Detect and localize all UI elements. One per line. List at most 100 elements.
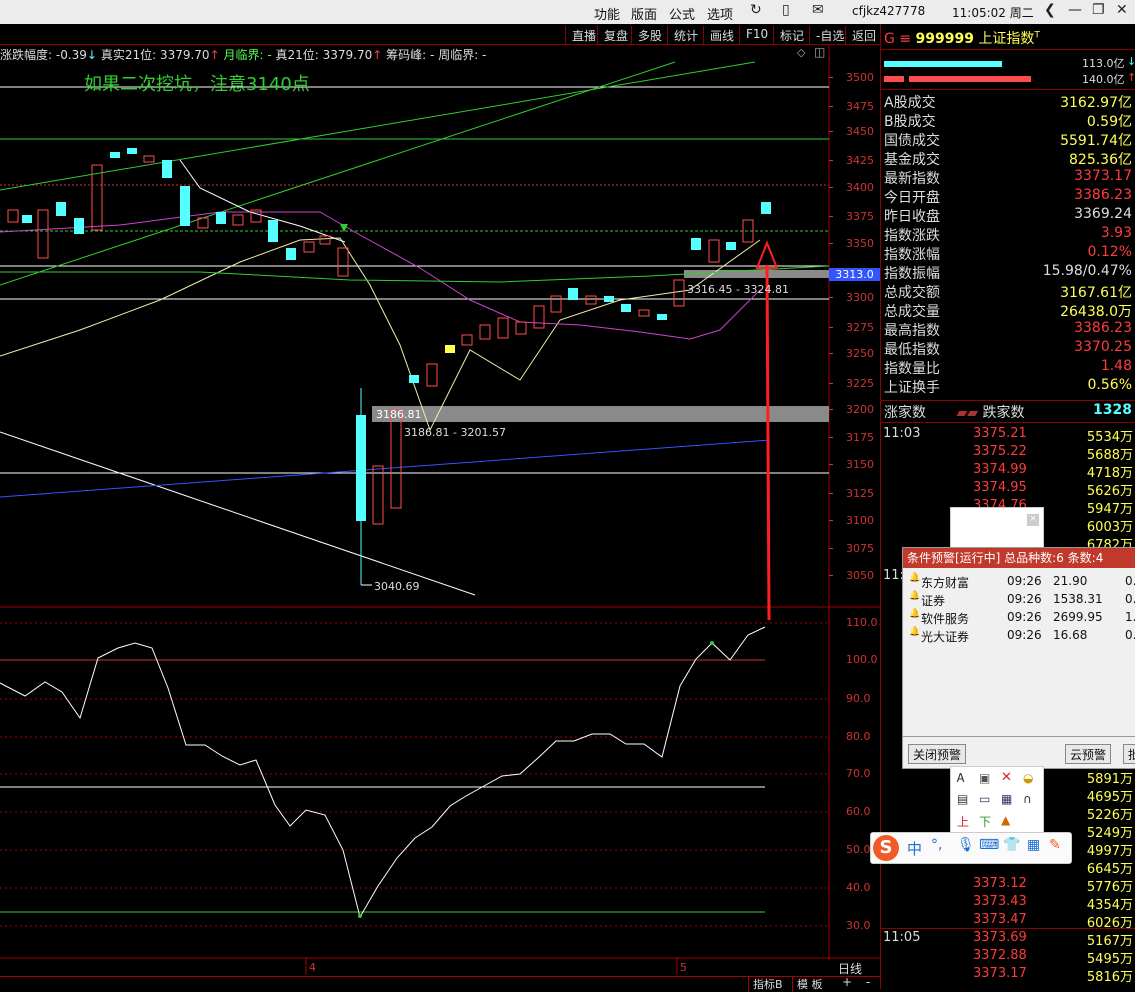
alert-name: 证券 xyxy=(921,594,946,608)
btn-return[interactable]: 返回 xyxy=(845,26,882,44)
tick-price: 3373.47 xyxy=(973,912,1027,927)
alert-name: 软件服务 xyxy=(921,612,970,626)
tick-time: 11:05 xyxy=(883,930,921,945)
stat-label: 国债成交 xyxy=(884,133,940,149)
alert-extra: 0. xyxy=(1125,574,1135,588)
price-tick: 3300 xyxy=(846,291,874,304)
tick-price: 3373.12 xyxy=(973,876,1027,891)
ime-lang[interactable]: 中 xyxy=(907,838,922,859)
low-label: 3040.69 xyxy=(374,580,420,593)
menu-layout[interactable]: 版面 xyxy=(631,4,657,23)
mic-icon[interactable]: 🎙 xyxy=(957,837,975,853)
shapes-icon[interactable]: ◒ xyxy=(1023,771,1033,785)
wave-icon[interactable]: ∩ xyxy=(1023,792,1032,806)
stat-label: 指数涨跌 xyxy=(884,228,940,244)
btn-review[interactable]: 复盘 xyxy=(597,26,634,44)
tab-indicator-b[interactable]: 指标B xyxy=(748,976,787,992)
sell-volume-bar-a xyxy=(884,76,904,82)
candles xyxy=(7,148,771,585)
indicator-tick: 40.0 xyxy=(846,881,871,894)
menu-options[interactable]: 选项 xyxy=(707,4,733,23)
stat-row: 指数涨跌 3.93 xyxy=(882,225,1134,244)
bell-icon: 🔔 xyxy=(909,573,921,583)
stat-value: 0.56% xyxy=(1087,377,1132,393)
menu-formula[interactable]: 公式 xyxy=(669,4,695,23)
title-bar: 功能 版面 公式 选项 ↻ ▯ ✉ cfjkz427778 11:05:02 周… xyxy=(0,0,1135,25)
indicator-tick: 90.0 xyxy=(846,692,871,705)
menu-function[interactable]: 功能 xyxy=(594,4,620,23)
back-icon[interactable]: ❮ xyxy=(1044,2,1056,18)
btn-mark[interactable]: 标记 xyxy=(773,26,810,44)
close-icon[interactable]: ✕ xyxy=(1116,2,1128,18)
indicator-tick: 100.0 xyxy=(846,653,878,666)
cloud-alert-button[interactable]: 云预警 xyxy=(1065,744,1112,764)
tick-volume: 4718万 xyxy=(1086,466,1133,481)
ime-toolbox-top[interactable]: × xyxy=(950,507,1044,551)
keyboard-icon[interactable]: ▭ xyxy=(979,792,990,806)
font-icon[interactable]: Ꭺ xyxy=(957,771,965,786)
price-tick: 3275 xyxy=(846,321,874,334)
zone-range-label: 3186.81 - 3201.57 xyxy=(404,426,506,439)
down-icon[interactable]: 下 xyxy=(979,813,991,830)
alert-row[interactable]: 🔔东方财富 09:26 21.90 0. xyxy=(903,572,1135,590)
stat-label: 指数涨幅 xyxy=(884,247,940,263)
indicator-tick: 60.0 xyxy=(846,805,871,818)
tick-volume: 5891万 xyxy=(1086,772,1133,787)
minimize-icon[interactable]: — xyxy=(1068,2,1082,18)
tick-volume: 4354万 xyxy=(1086,898,1133,913)
indicator-tick: 30.0 xyxy=(846,919,871,932)
stock-flag: T xyxy=(1034,30,1040,41)
up-icon[interactable]: 上 xyxy=(957,813,969,830)
phone-icon[interactable]: ▯ xyxy=(782,2,790,18)
rocket-icon[interactable]: ▲ xyxy=(1001,813,1010,827)
price-tag: 3313.0 xyxy=(829,268,880,281)
stat-row: 今日开盘 3386.23 xyxy=(882,187,1134,206)
shirt-icon[interactable]: 👕 xyxy=(1003,837,1020,853)
stat-label: 指数振幅 xyxy=(884,266,940,282)
batch-button[interactable]: 批 xyxy=(1123,744,1135,764)
stat-value: 3.93 xyxy=(1100,225,1132,241)
cross-icon[interactable]: ✕ xyxy=(1001,770,1012,785)
price-tick: 3175 xyxy=(846,431,874,444)
bar-bottom-value: 140.0亿 xyxy=(1082,73,1125,86)
user-name[interactable]: cfjkz427778 xyxy=(852,4,925,18)
tick-volume: 5688万 xyxy=(1086,448,1133,463)
ime-punct[interactable]: °, xyxy=(931,837,942,853)
tab-template[interactable]: 模 板 xyxy=(792,976,827,992)
price-tick: 3200 xyxy=(846,403,874,416)
alert-row[interactable]: 🔔光大证券 09:26 16.68 0. xyxy=(903,626,1135,644)
btn-stats[interactable]: 统计 xyxy=(667,26,704,44)
keyboard-icon[interactable]: ⌨ xyxy=(979,837,999,853)
alert-row[interactable]: 🔔证券 09:26 1538.31 0. xyxy=(903,590,1135,608)
mail-icon[interactable]: ✉ xyxy=(812,2,824,18)
date-mark-5: 5 xyxy=(680,961,687,974)
stat-value: 0.12% xyxy=(1087,244,1132,260)
stat-label: 今日开盘 xyxy=(884,190,940,206)
alert-row[interactable]: 🔔软件服务 09:26 2699.95 1. xyxy=(903,608,1135,626)
down-count-label: 跌家数 xyxy=(982,405,1025,421)
restore-icon[interactable]: ❐ xyxy=(1092,2,1105,18)
tick-volume: 4997万 xyxy=(1086,844,1133,859)
down-arrow-icon: ↓ xyxy=(1127,55,1135,68)
grid-icon[interactable]: ▣ xyxy=(979,771,990,785)
btn-multi[interactable]: 多股 xyxy=(631,26,668,44)
stat-row: 国债成交 5591.74亿 xyxy=(882,130,1134,149)
excel-icon[interactable]: ▦ xyxy=(1001,792,1012,806)
sogou-logo-icon[interactable]: S xyxy=(873,835,899,861)
price-tick: 3100 xyxy=(846,514,874,527)
tick-price: 3373.43 xyxy=(973,894,1027,909)
btn-draw[interactable]: 画线 xyxy=(703,26,740,44)
alert-title[interactable]: 条件预警[运行中] 总品种数:6 条数:4 xyxy=(903,548,1135,568)
menu-icon[interactable]: ≡ xyxy=(899,31,911,47)
apps-icon[interactable]: ▦ xyxy=(1027,837,1040,853)
tick-volume: 6645万 xyxy=(1086,862,1133,877)
doc-icon[interactable]: ▤ xyxy=(957,792,968,806)
zoom-out-button[interactable]: - xyxy=(862,975,874,989)
tick-volume: 5249万 xyxy=(1086,826,1133,841)
zoom-in-button[interactable]: + xyxy=(838,975,856,989)
skin-icon[interactable]: ✎ xyxy=(1049,837,1061,853)
close-alert-button[interactable]: 关闭预警 xyxy=(908,744,967,764)
btn-f10[interactable]: F10 xyxy=(739,26,774,44)
buy-volume-bar xyxy=(884,61,1002,67)
refresh-icon[interactable]: ↻ xyxy=(750,2,762,18)
